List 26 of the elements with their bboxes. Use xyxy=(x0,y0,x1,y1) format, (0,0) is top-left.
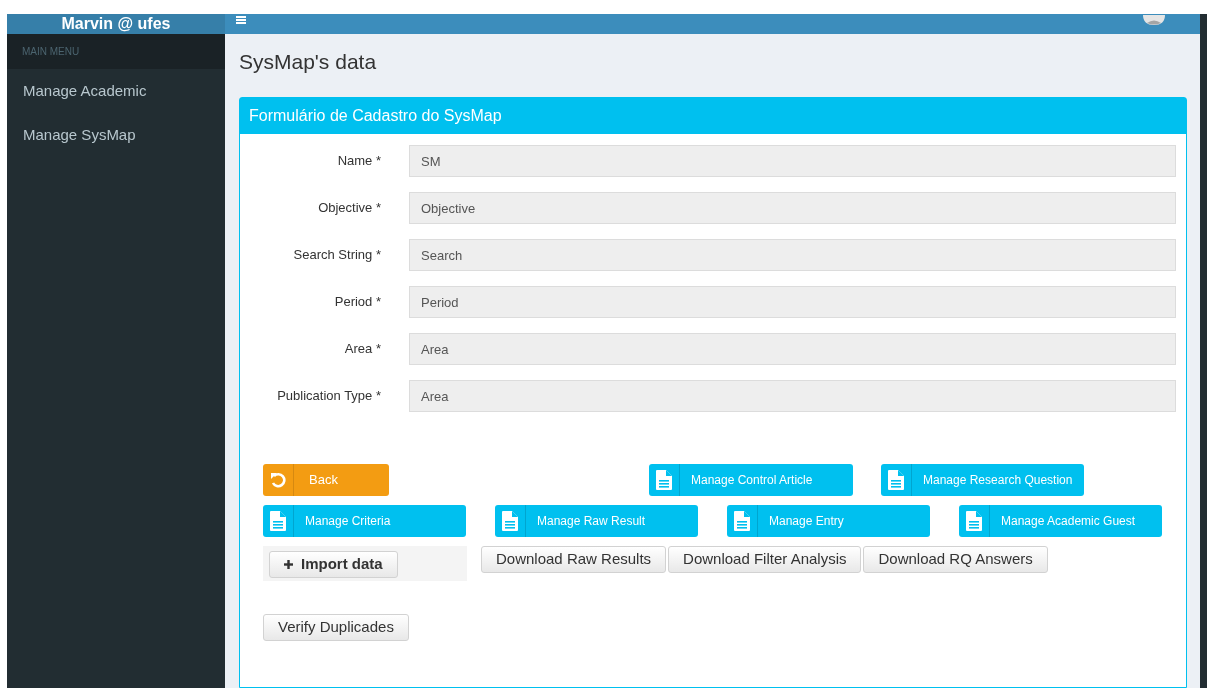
field-label: Name * xyxy=(336,152,381,171)
sidebar-item[interactable]: Manage Academic xyxy=(7,69,225,113)
menu-icon[interactable] xyxy=(236,16,246,24)
document-icon xyxy=(966,511,982,531)
action-button[interactable]: Verify Duplicades xyxy=(263,614,409,641)
field-label: Publication Type * xyxy=(276,387,381,406)
document-icon xyxy=(888,470,904,490)
action-button[interactable]: Download Raw Results xyxy=(481,546,667,573)
sidebar-item[interactable]: Manage SysMap xyxy=(7,113,225,157)
plus-icon xyxy=(284,560,293,569)
field-label: Objective * xyxy=(317,199,381,218)
document-icon xyxy=(270,511,286,531)
undo-icon xyxy=(270,472,286,488)
document-icon xyxy=(656,470,672,490)
action-button[interactable]: Import data xyxy=(269,551,398,578)
field-label: Period * xyxy=(333,293,381,312)
action-button[interactable]: Download RQ Answers xyxy=(863,546,1048,573)
panel-title: Formulário de Cadastro do SysMap xyxy=(249,106,502,126)
page-title: SysMap's data xyxy=(239,49,378,75)
field-label: Search String * xyxy=(292,246,381,265)
document-icon xyxy=(734,511,750,531)
document-icon xyxy=(502,511,518,531)
action-button[interactable]: Download Filter Analysis xyxy=(668,546,862,573)
sidebar-heading: MAIN MENU xyxy=(22,45,80,59)
avatar-icon[interactable] xyxy=(1143,15,1165,25)
field-label: Area * xyxy=(343,340,381,359)
